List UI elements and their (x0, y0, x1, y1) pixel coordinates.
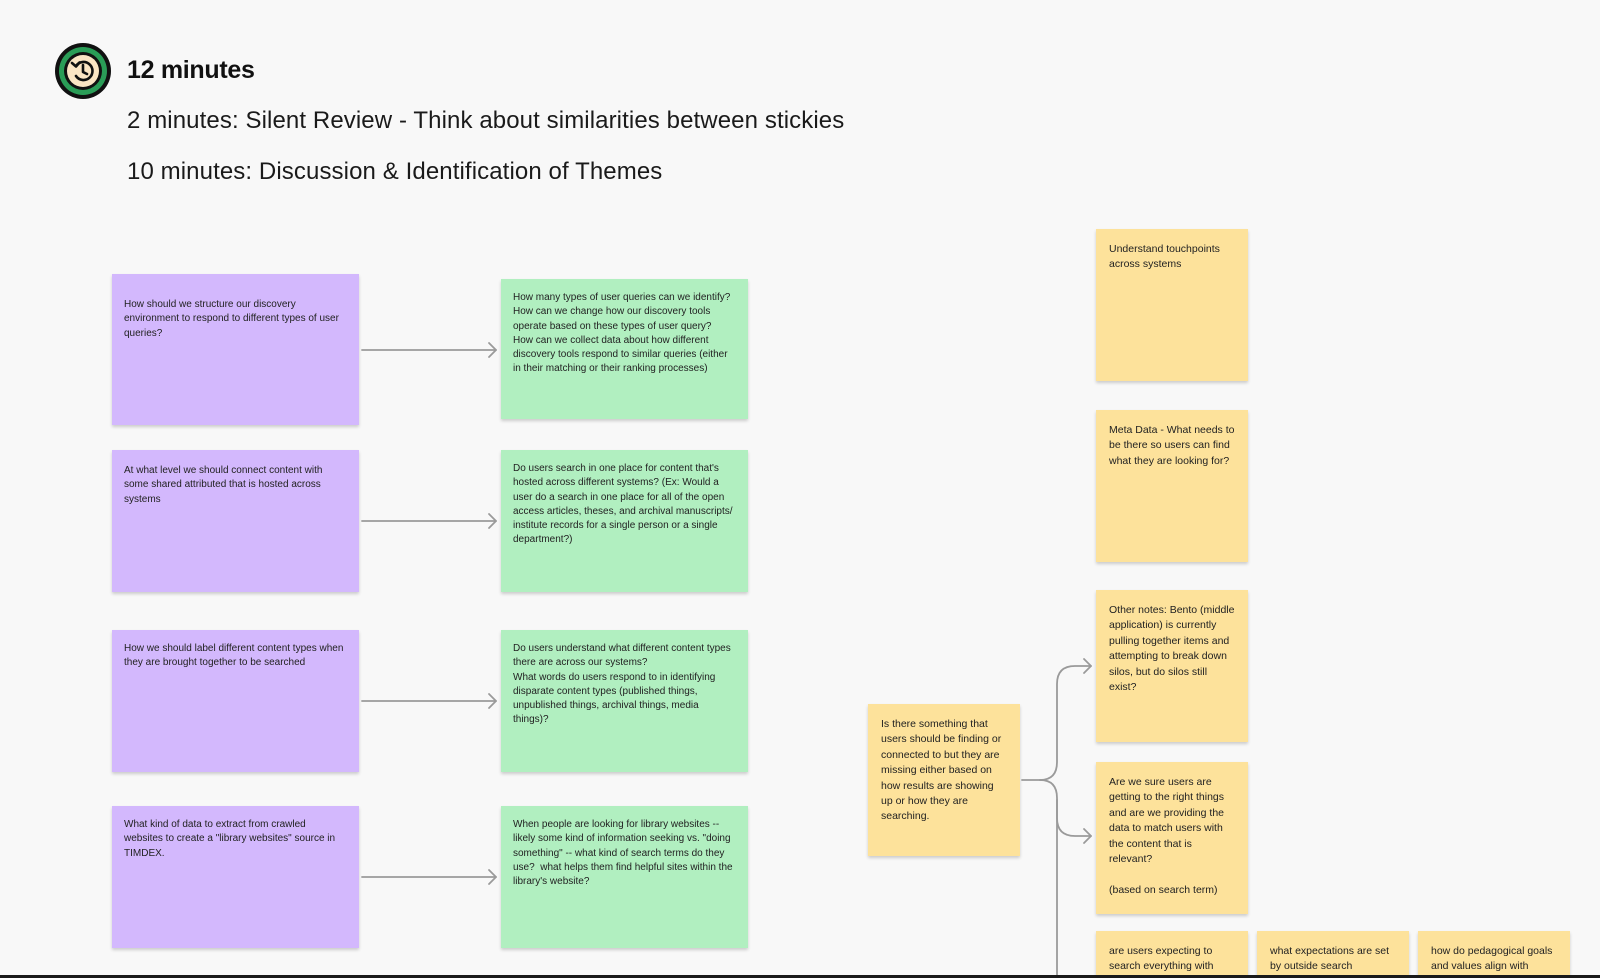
sticky-purple-connect-content[interactable]: At what level we should connect content … (112, 450, 359, 592)
sticky-yellow-is-there-something[interactable]: Is there something that users should be … (868, 704, 1020, 856)
sticky-purple-crawled-data[interactable]: What kind of data to extract from crawle… (112, 806, 359, 948)
sticky-purple-structure[interactable]: How should we structure our discovery en… (112, 274, 359, 425)
sticky-yellow-pedagogical-goals[interactable]: how do pedagogical goals and values alig… (1418, 931, 1570, 978)
timer-title: 12 minutes (127, 56, 255, 84)
timer-icon (55, 43, 111, 99)
sticky-green-search-one-place[interactable]: Do users search in one place for content… (501, 450, 748, 592)
sticky-yellow-other-notes[interactable]: Other notes: Bento (middle application) … (1096, 590, 1248, 742)
sticky-yellow-metadata[interactable]: Meta Data - What needs to be there so us… (1096, 410, 1248, 562)
instruction-silent-review: 2 minutes: Silent Review - Think about s… (127, 107, 845, 134)
sticky-yellow-expectations-outside[interactable]: what expectations are set by outside sea… (1257, 931, 1409, 978)
sticky-yellow-touchpoints[interactable]: Understand touchpoints across systems (1096, 229, 1248, 381)
sticky-purple-label-content[interactable]: How we should label different content ty… (112, 630, 359, 772)
whiteboard-canvas[interactable]: 12 minutes 2 minutes: Silent Review - Th… (0, 0, 1600, 978)
instruction-discussion: 10 minutes: Discussion & Identification … (127, 158, 663, 185)
sticky-yellow-are-we-sure[interactable]: Are we sure users are getting to the rig… (1096, 762, 1248, 914)
sticky-yellow-users-expecting[interactable]: are users expecting to search everything… (1096, 931, 1248, 978)
sticky-green-library-websites[interactable]: When people are looking for library webs… (501, 806, 748, 948)
sticky-green-query-types[interactable]: How many types of user queries can we id… (501, 279, 748, 419)
sticky-green-content-types[interactable]: Do users understand what different conte… (501, 630, 748, 772)
